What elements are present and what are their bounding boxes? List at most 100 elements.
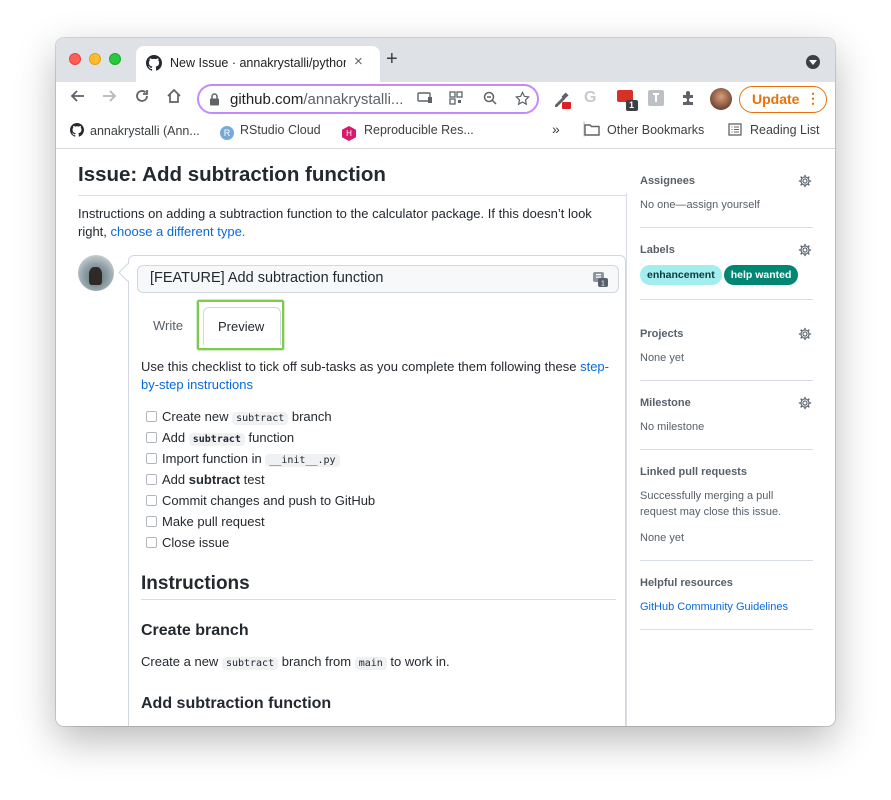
instructions-heading: Instructions [141, 574, 616, 600]
gear-icon[interactable] [798, 396, 812, 415]
helpful-resources-section: Helpful resources GitHub Community Guide… [640, 561, 813, 630]
extension-badge: 1 [629, 100, 635, 110]
google-extension-icon[interactable]: G [584, 89, 596, 107]
para-text: Create a new [141, 654, 222, 669]
task-checkbox[interactable] [146, 516, 157, 527]
folder-icon [584, 124, 600, 136]
labels-heading[interactable]: Labels [640, 244, 813, 256]
add-function-heading: Add subtraction function [141, 695, 332, 712]
labels-list: enhancement help wanted [640, 265, 813, 285]
labels-section: Labels enhancement help wanted [640, 228, 813, 300]
task-text: Add [162, 430, 189, 445]
task-checkbox[interactable] [146, 474, 157, 485]
issue-sidebar: Assignees No one—assign yourself Labels … [640, 149, 813, 630]
forward-icon[interactable] [102, 88, 118, 108]
reading-list-icon [728, 123, 742, 136]
url-text: github.com/annakrystalli... [230, 91, 402, 108]
address-bar[interactable]: github.com/annakrystalli... [197, 84, 539, 114]
preview-highlight [197, 300, 284, 350]
zoom-window-button[interactable] [109, 53, 121, 65]
task-strong: subtract [188, 472, 241, 487]
red-extension-icon[interactable] [617, 90, 639, 117]
checklist-intro: Use this checklist to tick off sub-tasks… [141, 358, 616, 394]
task-code: __init__.py [265, 454, 340, 467]
task-checkbox[interactable] [146, 537, 157, 548]
gear-icon[interactable] [798, 243, 812, 262]
bookmark-label: Reproducible Res... [364, 123, 474, 137]
update-label: Update [752, 91, 800, 107]
assign-yourself-link[interactable]: No one—assign yourself [640, 197, 813, 213]
projects-value: None yet [640, 352, 685, 364]
extensions-puzzle-icon[interactable] [680, 90, 696, 111]
label-help-wanted[interactable]: help wanted [723, 265, 799, 285]
saved-replies-icon[interactable]: 1 [592, 271, 608, 291]
tab-strip: New Issue · annakrystalli/python × + [56, 38, 835, 82]
bookmark-reproducible[interactable]: H Reproducible Res... [342, 123, 474, 141]
bookmark-github[interactable]: annakrystalli (Ann... [70, 123, 200, 138]
task-checkbox[interactable] [146, 495, 157, 506]
url-host: github.com [230, 91, 304, 108]
template-intro: Instructions on adding a subtraction fun… [78, 205, 618, 241]
task-checkbox[interactable] [146, 453, 157, 464]
linked-prs-section: Linked pull requests Successfully mergin… [640, 450, 813, 561]
milestone-value: No milestone [640, 421, 705, 433]
gear-icon[interactable] [798, 327, 812, 346]
svg-text:1: 1 [601, 281, 605, 288]
eyedropper-extension-icon[interactable] [552, 90, 572, 115]
gear-icon[interactable] [798, 174, 812, 193]
task-checkbox[interactable] [146, 411, 157, 422]
task-text: Import function in [162, 451, 266, 466]
gray-extension-icon[interactable] [648, 90, 664, 111]
main-divider [626, 193, 627, 726]
minimize-window-button[interactable] [89, 53, 101, 65]
close-window-button[interactable] [69, 53, 81, 65]
cast-icon[interactable] [417, 91, 433, 108]
browser-toolbar: github.com/annakrystalli... G 1 Update ⋮ [56, 82, 835, 117]
more-menu-icon[interactable]: ⋮ [806, 90, 820, 107]
tab-new-issue[interactable]: New Issue · annakrystalli/python × [136, 46, 380, 82]
helpful-heading: Helpful resources [640, 577, 733, 589]
label-enhancement[interactable]: enhancement [640, 265, 722, 285]
bookmark-rstudio[interactable]: R RStudio Cloud [220, 123, 321, 140]
zoom-icon[interactable] [483, 91, 497, 108]
bookmark-star-icon[interactable] [514, 90, 531, 109]
reload-icon[interactable] [134, 88, 150, 108]
other-bookmarks[interactable]: Other Bookmarks [584, 123, 704, 137]
url-path: /annakrystalli... [303, 91, 402, 108]
browser-window: New Issue · annakrystalli/python × + git… [56, 38, 835, 726]
para-text: branch from [278, 654, 355, 669]
update-button[interactable]: Update ⋮ [739, 86, 827, 113]
qr-code-icon[interactable] [449, 91, 463, 108]
home-icon[interactable] [166, 88, 182, 108]
task-item: Close issue [141, 534, 616, 555]
task-text: Create new [162, 409, 233, 424]
assignees-section: Assignees No one—assign yourself [640, 149, 813, 228]
task-text: Make pull request [162, 514, 265, 529]
para-code: main [354, 657, 387, 670]
task-item: Create new subtract branch [141, 408, 616, 429]
page-title: Issue: Add subtraction function [78, 163, 626, 196]
lock-icon[interactable] [209, 93, 220, 111]
issue-title-input[interactable]: [FEATURE] Add subtraction function 1 [137, 265, 619, 293]
checklist-intro-text: Use this checklist to tick off sub-tasks… [141, 359, 581, 374]
task-text: Close issue [162, 535, 230, 550]
linked-prs-heading: Linked pull requests [640, 466, 747, 478]
back-icon[interactable] [69, 88, 85, 108]
milestone-heading[interactable]: Milestone [640, 397, 813, 409]
new-tab-button[interactable]: + [386, 49, 398, 69]
create-branch-heading: Create branch [141, 622, 249, 639]
choose-type-link[interactable]: choose a different type. [111, 224, 246, 239]
tab-title: New Issue · annakrystalli/python [170, 56, 346, 70]
assignees-heading[interactable]: Assignees [640, 175, 813, 187]
bookmark-label: Other Bookmarks [607, 123, 705, 137]
tab-search-icon[interactable] [806, 55, 820, 69]
profile-avatar[interactable] [710, 88, 732, 110]
projects-heading[interactable]: Projects [640, 328, 813, 340]
tab-write[interactable]: Write [153, 318, 183, 333]
issue-title-value: [FEATURE] Add subtraction function [150, 270, 384, 286]
close-tab-icon[interactable]: × [354, 53, 363, 70]
task-checkbox[interactable] [146, 432, 157, 443]
community-guidelines-link[interactable]: GitHub Community Guidelines [640, 601, 788, 613]
reading-list[interactable]: Reading List [728, 123, 820, 137]
bookmarks-overflow-icon[interactable]: » [552, 121, 560, 137]
